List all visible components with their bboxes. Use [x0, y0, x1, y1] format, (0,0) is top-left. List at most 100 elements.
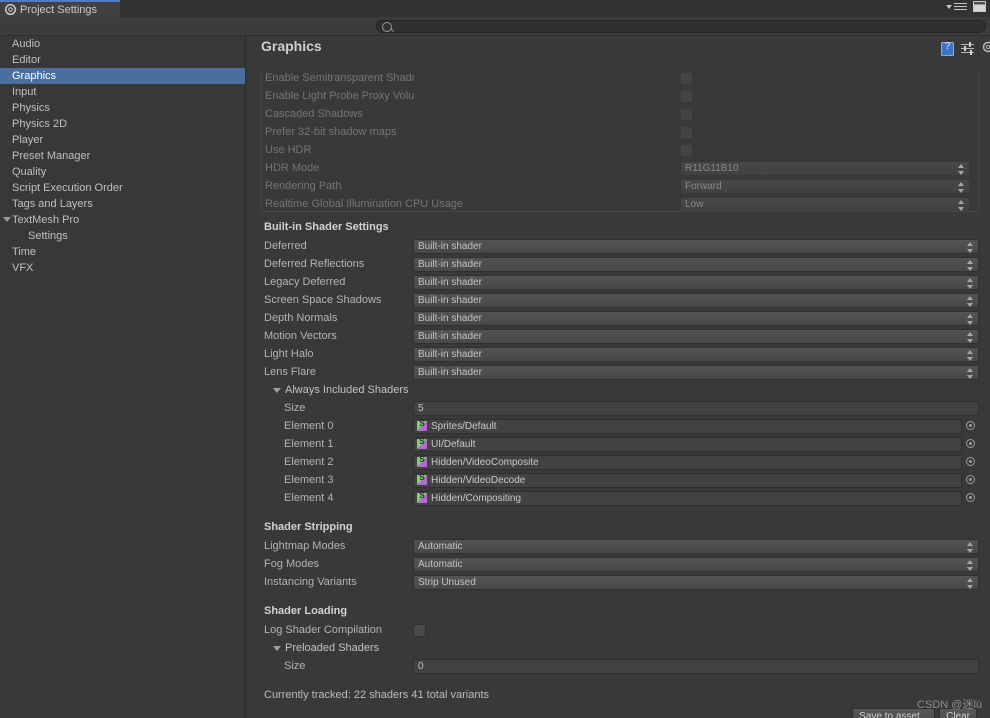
sidebar-item-graphics[interactable]: Graphics [0, 68, 245, 84]
element-label: Element 3 [261, 474, 413, 486]
object-picker-icon[interactable] [965, 456, 978, 469]
sidebar-item-audio[interactable]: Audio [0, 36, 245, 52]
setting-row: Screen Space ShadowsBuilt-in shader [261, 291, 979, 309]
setting-row: Enable Semitransparent Shadows [262, 69, 978, 87]
settings-scroll-area[interactable]: Enable Semitransparent ShadowsEnable Lig… [247, 58, 990, 718]
preloaded-shaders-foldout[interactable]: Preloaded Shaders [261, 639, 979, 657]
sidebar-item-preset-manager[interactable]: Preset Manager [0, 148, 245, 164]
object-picker-icon[interactable] [965, 492, 978, 505]
setting-label: Legacy Deferred [261, 276, 413, 288]
always-included-shaders-foldout[interactable]: Always Included Shaders [261, 381, 979, 399]
setting-dropdown[interactable]: Automatic [413, 557, 979, 572]
preset-icon[interactable] [961, 42, 975, 55]
sidebar-item-textmesh-pro[interactable]: TextMesh Pro [0, 212, 245, 228]
setting-checkbox[interactable] [680, 108, 693, 121]
setting-checkbox[interactable] [680, 90, 693, 103]
tracked-shaders-status: Currently tracked: 22 shaders 41 total v… [261, 689, 979, 701]
setting-checkbox[interactable] [680, 126, 693, 139]
setting-row: Light HaloBuilt-in shader [261, 345, 979, 363]
sidebar-item-editor[interactable]: Editor [0, 52, 245, 68]
sidebar-item-input[interactable]: Input [0, 84, 245, 100]
settings-gear-icon[interactable] [982, 41, 988, 56]
object-picker-icon[interactable] [965, 474, 978, 487]
dropdown-arrows-icon [967, 278, 974, 289]
sidebar-item-label: Editor [12, 54, 41, 66]
object-picker-icon[interactable] [965, 438, 978, 451]
dropdown-arrows-icon [967, 560, 974, 571]
shader-asset-icon [417, 475, 427, 485]
setting-dropdown[interactable]: Built-in shader [413, 329, 979, 344]
setting-row: Realtime Global Illumination CPU UsageLo… [262, 195, 978, 212]
setting-checkbox[interactable] [680, 72, 693, 85]
shader-asset-icon [417, 457, 427, 467]
setting-dropdown[interactable]: Built-in shader [413, 239, 979, 254]
page-title: Graphics [261, 38, 322, 54]
setting-label: Light Halo [261, 348, 413, 360]
sidebar-item-player[interactable]: Player [0, 132, 245, 148]
shader-stripping-rows: Lightmap ModesAutomaticFog ModesAutomati… [261, 537, 979, 591]
sidebar-item-physics-2d[interactable]: Physics 2D [0, 116, 245, 132]
setting-dropdown[interactable]: Built-in shader [413, 257, 979, 272]
sidebar-item-time[interactable]: Time [0, 244, 245, 260]
hamburger-menu-icon[interactable] [946, 1, 967, 12]
setting-dropdown[interactable]: Built-in shader [413, 365, 979, 380]
project-settings-window: Project Settings AudioEditorGraphicsInpu… [0, 0, 990, 718]
help-icon[interactable] [941, 42, 954, 56]
sidebar-item-script-execution-order[interactable]: Script Execution Order [0, 180, 245, 196]
setting-row: Depth NormalsBuilt-in shader [261, 309, 979, 327]
setting-label: Depth Normals [261, 312, 413, 324]
shader-name: Hidden/Compositing [431, 493, 521, 504]
setting-checkbox[interactable] [680, 144, 693, 157]
tab-label: Project Settings [20, 4, 97, 16]
search-input[interactable] [396, 21, 956, 32]
dropdown-arrows-icon [967, 332, 974, 343]
setting-row: Cascaded Shadows [262, 105, 978, 123]
log-shader-compilation-row: Log Shader Compilation [261, 621, 979, 639]
setting-label: Lightmap Modes [261, 540, 413, 552]
dropdown-arrows-icon [967, 296, 974, 307]
sidebar-item-label: VFX [12, 262, 33, 274]
log-shader-compilation-checkbox[interactable] [413, 624, 426, 637]
setting-dropdown[interactable]: R11G11B10 [680, 161, 970, 176]
chevron-down-icon [946, 5, 952, 9]
setting-dropdown[interactable]: Forward [680, 179, 970, 194]
sidebar-item-vfx[interactable]: VFX [0, 260, 245, 276]
setting-label: Motion Vectors [261, 330, 413, 342]
shader-object-field[interactable]: Hidden/VideoComposite [413, 455, 962, 470]
setting-dropdown[interactable]: Low [680, 197, 970, 212]
always-included-element-rows: Element 0Sprites/DefaultElement 1UI/Defa… [261, 417, 979, 507]
setting-dropdown[interactable]: Strip Unused [413, 575, 979, 590]
sidebar-item-settings[interactable]: Settings [0, 228, 245, 244]
element-label: Element 1 [261, 438, 413, 450]
sidebar-item-tags-and-layers[interactable]: Tags and Layers [0, 196, 245, 212]
shader-object-field[interactable]: Sprites/Default [413, 419, 962, 434]
shader-asset-icon [417, 421, 427, 431]
search-field[interactable] [376, 20, 986, 33]
sidebar-item-quality[interactable]: Quality [0, 164, 245, 180]
setting-dropdown[interactable]: Built-in shader [413, 311, 979, 326]
setting-dropdown[interactable]: Built-in shader [413, 293, 979, 308]
setting-row: Motion VectorsBuilt-in shader [261, 327, 979, 345]
setting-row: Legacy DeferredBuilt-in shader [261, 273, 979, 291]
sidebar-list: Audio Editor GraphicsInputPhysicsPhysics 2… [0, 36, 245, 276]
shader-name: UI/Default [431, 439, 475, 450]
setting-dropdown[interactable]: Built-in shader [413, 275, 979, 290]
shader-object-field[interactable]: Hidden/Compositing [413, 491, 962, 506]
settings-category-sidebar[interactable]: Audio Editor GraphicsInputPhysicsPhysics 2… [0, 36, 246, 718]
tab-project-settings[interactable]: Project Settings [0, 0, 120, 17]
preloaded-size-field[interactable]: 0 [413, 659, 979, 674]
shader-object-field[interactable]: UI/Default [413, 437, 962, 452]
foldout-arrow-icon[interactable] [3, 217, 11, 222]
object-picker-icon[interactable] [965, 420, 978, 433]
setting-dropdown[interactable]: Built-in shader [413, 347, 979, 362]
window-tab-bar: Project Settings [0, 0, 990, 17]
window-layout-icon[interactable] [973, 1, 986, 12]
shader-element-row: Element 2Hidden/VideoComposite [261, 453, 979, 471]
sidebar-item-physics[interactable]: Physics [0, 100, 245, 116]
setting-dropdown[interactable]: Automatic [413, 539, 979, 554]
shader-asset-icon [417, 439, 427, 449]
setting-row: Lightmap ModesAutomatic [261, 537, 979, 555]
shader-object-field[interactable]: Hidden/VideoDecode [413, 473, 962, 488]
foldout-label: Always Included Shaders [285, 384, 409, 396]
size-field[interactable]: 5 [413, 401, 979, 416]
